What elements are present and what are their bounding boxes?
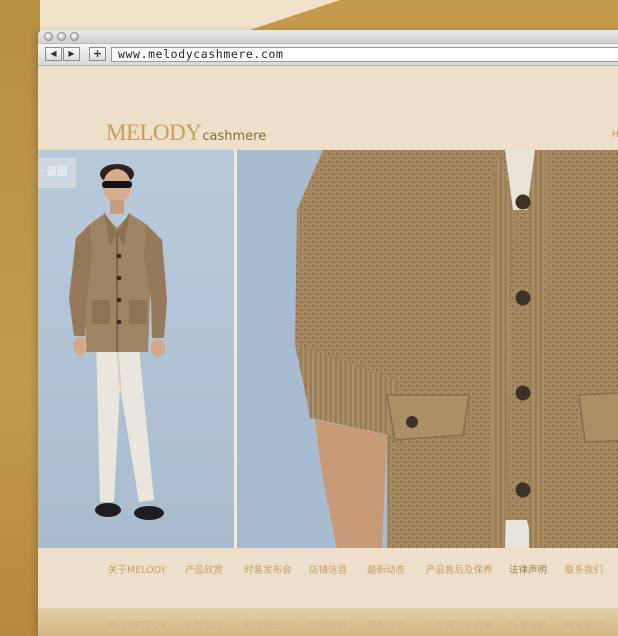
nav-item-fashion-show[interactable]: 时装发布会 (244, 562, 292, 576)
cardigan-closeup-photo[interactable] (237, 150, 618, 548)
nav-item-contact[interactable]: 联系我们 (565, 562, 603, 576)
browser-window: ◀ ▶ + www.melodycashmere.com MELODYcashm… (38, 30, 618, 636)
nav-item-legal[interactable]: 法律声明 (509, 562, 547, 576)
site-logo[interactable]: MELODYcashmere (106, 120, 266, 146)
logo-wordmark: MELODY (106, 120, 202, 145)
backdrop-gold (0, 0, 40, 636)
header-link-partial[interactable]: H (612, 130, 618, 140)
nav-reflection: 关于MELODY 产品欣赏 时装发布会 店铺信息 最新动态 产品售后及保养 法律… (108, 618, 604, 629)
nav-item-stores[interactable]: 店铺信息 (309, 562, 347, 576)
close-window-button[interactable] (44, 32, 53, 41)
back-button[interactable]: 返回 (38, 158, 76, 188)
address-bar[interactable]: www.melodycashmere.com (111, 47, 618, 62)
back-arrow-icon[interactable]: ◀ (45, 47, 62, 61)
footer-reflection: 关于MELODY 产品欣赏 时装发布会 店铺信息 最新动态 产品售后及保养 法律… (38, 608, 618, 636)
nav-item-aftersales[interactable]: 产品售后及保养 (426, 562, 493, 576)
minimize-window-button[interactable] (57, 32, 66, 41)
logo-subtext: cashmere (202, 129, 267, 144)
nav-item-news[interactable]: 最新动态 (367, 562, 405, 576)
browser-toolbar: ◀ ▶ + www.melodycashmere.com (38, 44, 618, 66)
nav-item-about[interactable]: 关于MELODY (108, 562, 166, 576)
main-nav: 关于MELODY 产品欣赏 时装发布会 店铺信息 最新动态 产品售后及保养 法律… (38, 562, 618, 578)
closeup-illustration (295, 150, 618, 548)
model-full-photo[interactable]: 返回 (38, 150, 234, 548)
web-page: MELODYcashmere H 返回 关于MELODY 产品欣赏 时装发布会 … (38, 66, 618, 636)
new-tab-icon[interactable]: + (89, 47, 106, 61)
title-bar (38, 30, 618, 44)
hero-gallery: 返回 (38, 150, 618, 548)
nav-item-products[interactable]: 产品欣赏 (185, 562, 223, 576)
zoom-window-button[interactable] (70, 32, 79, 41)
forward-arrow-icon[interactable]: ▶ (63, 47, 80, 61)
model-illustration (69, 164, 167, 520)
